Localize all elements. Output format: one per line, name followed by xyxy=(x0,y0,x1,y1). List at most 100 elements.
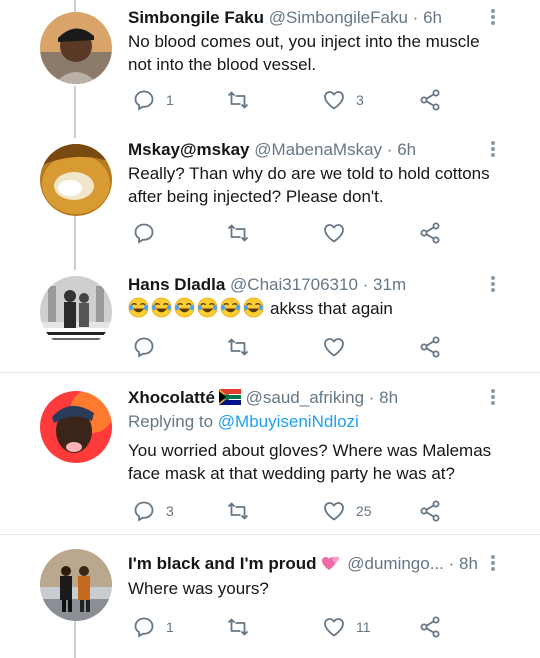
reply-count: 1 xyxy=(166,619,174,635)
separator-dot: · xyxy=(386,140,393,159)
more-options-icon[interactable] xyxy=(490,386,496,408)
tweet[interactable]: Hans Dladla @Chai31706310 · 31m akkss th… xyxy=(0,260,540,372)
reply-button[interactable] xyxy=(132,334,166,360)
reply-button[interactable]: 3 xyxy=(132,498,174,524)
reply-icon xyxy=(134,337,154,358)
avatar[interactable] xyxy=(40,391,112,463)
timestamp[interactable]: 31m xyxy=(373,275,406,294)
like-count: 3 xyxy=(356,92,364,108)
heart-icon xyxy=(324,224,344,243)
retweet-button[interactable] xyxy=(226,498,260,524)
more-options-icon[interactable] xyxy=(490,552,496,574)
timestamp[interactable]: 6h xyxy=(397,140,416,159)
tweet[interactable]: Mskay@mskay @MabenaMskay · 6h Really? Th… xyxy=(0,128,540,260)
avatar[interactable] xyxy=(40,144,112,216)
heart-icon xyxy=(324,618,344,637)
reply-icon xyxy=(134,501,154,522)
reply-button[interactable]: 1 xyxy=(132,87,174,113)
reply-icon xyxy=(134,90,154,111)
tweet-text: Really? Than why do are we told to hold … xyxy=(128,164,490,206)
action-bar xyxy=(128,220,458,246)
like-button[interactable] xyxy=(322,220,356,246)
user-handle[interactable]: @saud_afriking xyxy=(246,388,364,407)
tweet-header: Hans Dladla @Chai31706310 · 31m xyxy=(128,274,480,296)
replying-to-mention[interactable]: @MbuyiseniNdlozi xyxy=(218,412,359,431)
face-with-tears-of-joy-icon xyxy=(197,297,218,318)
timestamp[interactable]: 8h xyxy=(379,388,398,407)
tweet[interactable]: I'm black and I'm proud @dumingo... · 8h… xyxy=(0,535,540,658)
retweet-button[interactable] xyxy=(226,87,260,113)
action-bar: 1 3 xyxy=(128,87,458,113)
tweet-text: Where was yours? xyxy=(128,579,269,598)
replying-to: Replying to @MbuyiseniNdlozi xyxy=(128,411,359,433)
face-with-tears-of-joy-icon xyxy=(151,297,172,318)
share-icon xyxy=(420,336,440,358)
tweet[interactable]: Xhocolatté @saud_afriking · 8h Replying … xyxy=(0,373,540,534)
more-options-icon[interactable] xyxy=(490,138,496,160)
like-button[interactable]: 25 xyxy=(322,498,372,524)
retweet-icon xyxy=(227,224,249,242)
face-with-tears-of-joy-icon xyxy=(128,297,149,318)
display-name[interactable]: Xhocolatté xyxy=(128,388,215,407)
tweet[interactable]: Simbongile Faku @SimbongileFaku · 6h No … xyxy=(0,0,540,128)
retweet-button[interactable] xyxy=(226,334,260,360)
tweet-text-container: akkss that again xyxy=(128,297,500,320)
retweet-icon xyxy=(227,338,249,356)
retweet-icon xyxy=(227,502,249,520)
reply-count: 3 xyxy=(166,503,174,519)
display-name[interactable]: Mskay@mskay xyxy=(128,140,250,159)
face-with-tears-of-joy-icon xyxy=(220,297,241,318)
timestamp[interactable]: 8h xyxy=(459,554,478,573)
user-handle[interactable]: @MabenaMskay xyxy=(254,140,382,159)
share-icon xyxy=(420,89,440,111)
heart-icon xyxy=(324,338,344,357)
share-button[interactable] xyxy=(418,498,442,524)
display-name[interactable]: I'm black and I'm proud xyxy=(128,554,317,573)
share-button[interactable] xyxy=(418,334,442,360)
reply-icon xyxy=(134,617,154,638)
retweet-icon xyxy=(227,618,249,636)
share-icon xyxy=(420,616,440,638)
separator-dot: · xyxy=(448,554,455,573)
reply-count: 1 xyxy=(166,92,174,108)
avatar[interactable] xyxy=(40,12,112,84)
retweet-button[interactable] xyxy=(226,220,260,246)
timestamp[interactable]: 6h xyxy=(423,8,442,27)
reply-button[interactable]: 1 xyxy=(132,614,174,640)
tweet-text: akkss that again xyxy=(270,299,393,318)
like-count: 11 xyxy=(356,619,371,635)
like-button[interactable]: 11 xyxy=(322,614,371,640)
more-options-icon[interactable] xyxy=(490,273,496,295)
share-button[interactable] xyxy=(418,87,442,113)
user-handle[interactable]: @SimbongileFaku xyxy=(269,8,408,27)
avatar[interactable] xyxy=(40,549,112,621)
action-bar: 1 11 xyxy=(128,614,458,640)
tweet-text: You worried about gloves? Where was Male… xyxy=(128,441,492,483)
two-hearts-icon xyxy=(321,556,339,570)
display-name[interactable]: Hans Dladla xyxy=(128,275,225,294)
share-button[interactable] xyxy=(418,220,442,246)
separator-dot: · xyxy=(368,388,375,407)
reply-icon xyxy=(134,223,154,244)
reply-button[interactable] xyxy=(132,220,166,246)
like-count: 25 xyxy=(356,503,372,519)
tweet-header: Simbongile Faku @SimbongileFaku · 6h xyxy=(128,7,480,29)
tweet-header: Xhocolatté @saud_afriking · 8h xyxy=(128,387,480,409)
more-options-icon[interactable] xyxy=(490,6,496,28)
action-bar xyxy=(128,334,458,360)
face-with-tears-of-joy-icon xyxy=(174,297,195,318)
laughing-emoji-group xyxy=(128,297,264,318)
tweet-text: No blood comes out, you inject into the … xyxy=(128,32,480,74)
like-button[interactable] xyxy=(322,334,356,360)
share-button[interactable] xyxy=(418,614,442,640)
separator-dot: · xyxy=(412,8,419,27)
retweet-button[interactable] xyxy=(226,614,260,640)
user-handle[interactable]: @dumingo... xyxy=(347,554,444,573)
like-button[interactable]: 3 xyxy=(322,87,364,113)
display-name[interactable]: Simbongile Faku xyxy=(128,8,264,27)
user-handle[interactable]: @Chai31706310 xyxy=(230,275,358,294)
south-africa-flag-icon xyxy=(218,389,241,405)
separator-dot: · xyxy=(362,275,369,294)
avatar[interactable] xyxy=(40,276,112,348)
heart-icon xyxy=(324,91,344,110)
